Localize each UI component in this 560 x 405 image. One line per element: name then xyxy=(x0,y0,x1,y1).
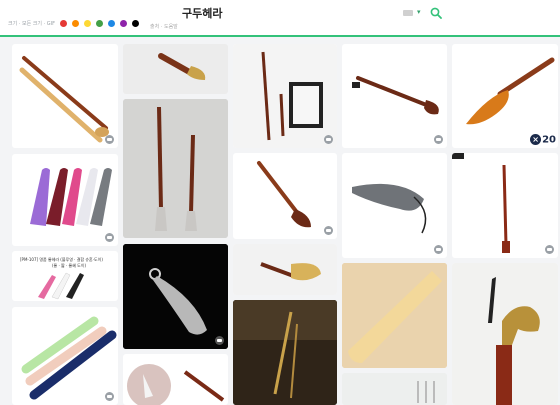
horse-head-shoehorn-image xyxy=(158,53,206,80)
result-image-1[interactable] xyxy=(12,44,118,148)
colored-shoehorns-image xyxy=(30,168,112,226)
color-filter-blue[interactable] xyxy=(107,20,115,27)
wooden-shoehorn-image xyxy=(257,161,311,228)
result-image-17[interactable]: × 20 xyxy=(452,44,558,148)
search-icon[interactable] xyxy=(430,7,442,19)
result-image-3[interactable]: [PM-107] 명품 롱헤라 (블루영 · 결합 슈혼·도이) (롱 · 짧 … xyxy=(12,251,118,301)
result-image-15[interactable] xyxy=(342,263,447,368)
pack-count: 20 xyxy=(542,134,556,145)
metal-shoehorn-black-image xyxy=(123,244,228,349)
result-image-4[interactable] xyxy=(12,307,118,405)
color-filter-purple[interactable] xyxy=(119,20,127,27)
save-icon[interactable] xyxy=(105,135,114,144)
slim-shoehorn-image xyxy=(452,153,510,253)
result-image-14[interactable] xyxy=(342,153,447,258)
poster-shoehorns-image xyxy=(38,272,84,300)
save-icon[interactable] xyxy=(545,245,554,254)
multiply-icon: × xyxy=(530,133,542,145)
shoehorn-inset-image xyxy=(127,364,225,405)
color-filter-orange[interactable] xyxy=(71,20,79,27)
two-shoehorns-wall-image xyxy=(123,99,228,238)
result-image-11[interactable] xyxy=(233,244,337,295)
filter-label[interactable]: 크기 · 모든 크기 · GIF xyxy=(8,20,55,27)
shoehorn-with-frame-image xyxy=(233,44,337,148)
result-image-12[interactable] xyxy=(233,300,337,405)
pastel-shoehorns-image xyxy=(21,316,117,400)
pack-badge: × 20 xyxy=(530,133,556,145)
gold-shoehorn-image xyxy=(233,244,337,295)
result-image-9[interactable] xyxy=(233,44,337,148)
result-image-13[interactable] xyxy=(342,44,447,148)
result-image-18[interactable] xyxy=(452,153,558,258)
result-image-5[interactable] xyxy=(123,44,228,94)
result-image-19[interactable] xyxy=(452,263,558,405)
filter-bar: 크기 · 모든 크기 · GIF xyxy=(8,20,139,27)
save-icon[interactable] xyxy=(434,135,443,144)
brass-shoehorn-photo-image xyxy=(233,300,337,405)
result-image-16[interactable] xyxy=(342,373,447,405)
result-image-7[interactable] xyxy=(123,244,228,349)
save-icon[interactable] xyxy=(324,226,333,235)
save-icon[interactable] xyxy=(105,233,114,242)
horse-head-cane-image xyxy=(452,263,558,405)
orange-shoehorn-image xyxy=(466,57,555,125)
search-query-title: 구두헤라 xyxy=(182,7,223,20)
result-image-6[interactable] xyxy=(123,99,228,238)
save-icon[interactable] xyxy=(324,135,333,144)
result-image-8[interactable] xyxy=(123,354,228,405)
color-filter-red[interactable] xyxy=(59,20,67,27)
result-image-10[interactable] xyxy=(233,153,337,239)
wall-hooks-image xyxy=(342,373,447,405)
bamboo-shoehorn-image xyxy=(342,263,447,368)
save-icon[interactable] xyxy=(434,245,443,254)
shoehorn-pair-image xyxy=(19,56,109,143)
save-icon[interactable] xyxy=(215,336,224,345)
chevron-down-icon[interactable]: ▾ xyxy=(417,8,421,16)
image-search-page: 크기 · 모든 크기 · GIF 구두헤라 출처 · 도움말 ▾ [PM-107… xyxy=(0,0,560,405)
result-image-2[interactable] xyxy=(12,154,118,246)
header-divider xyxy=(0,35,560,37)
color-filter-green[interactable] xyxy=(95,20,103,27)
long-handle-shoehorn-image xyxy=(352,76,439,115)
top-bar: 크기 · 모든 크기 · GIF 구두헤라 출처 · 도움말 ▾ xyxy=(0,0,560,36)
save-icon[interactable] xyxy=(105,392,114,401)
source-selector[interactable] xyxy=(403,10,413,16)
color-filter-black[interactable] xyxy=(131,20,139,27)
steel-shoehorn-image xyxy=(352,183,427,234)
color-filter-yellow[interactable] xyxy=(83,20,91,27)
sub-links[interactable]: 출처 · 도움말 xyxy=(150,23,178,30)
